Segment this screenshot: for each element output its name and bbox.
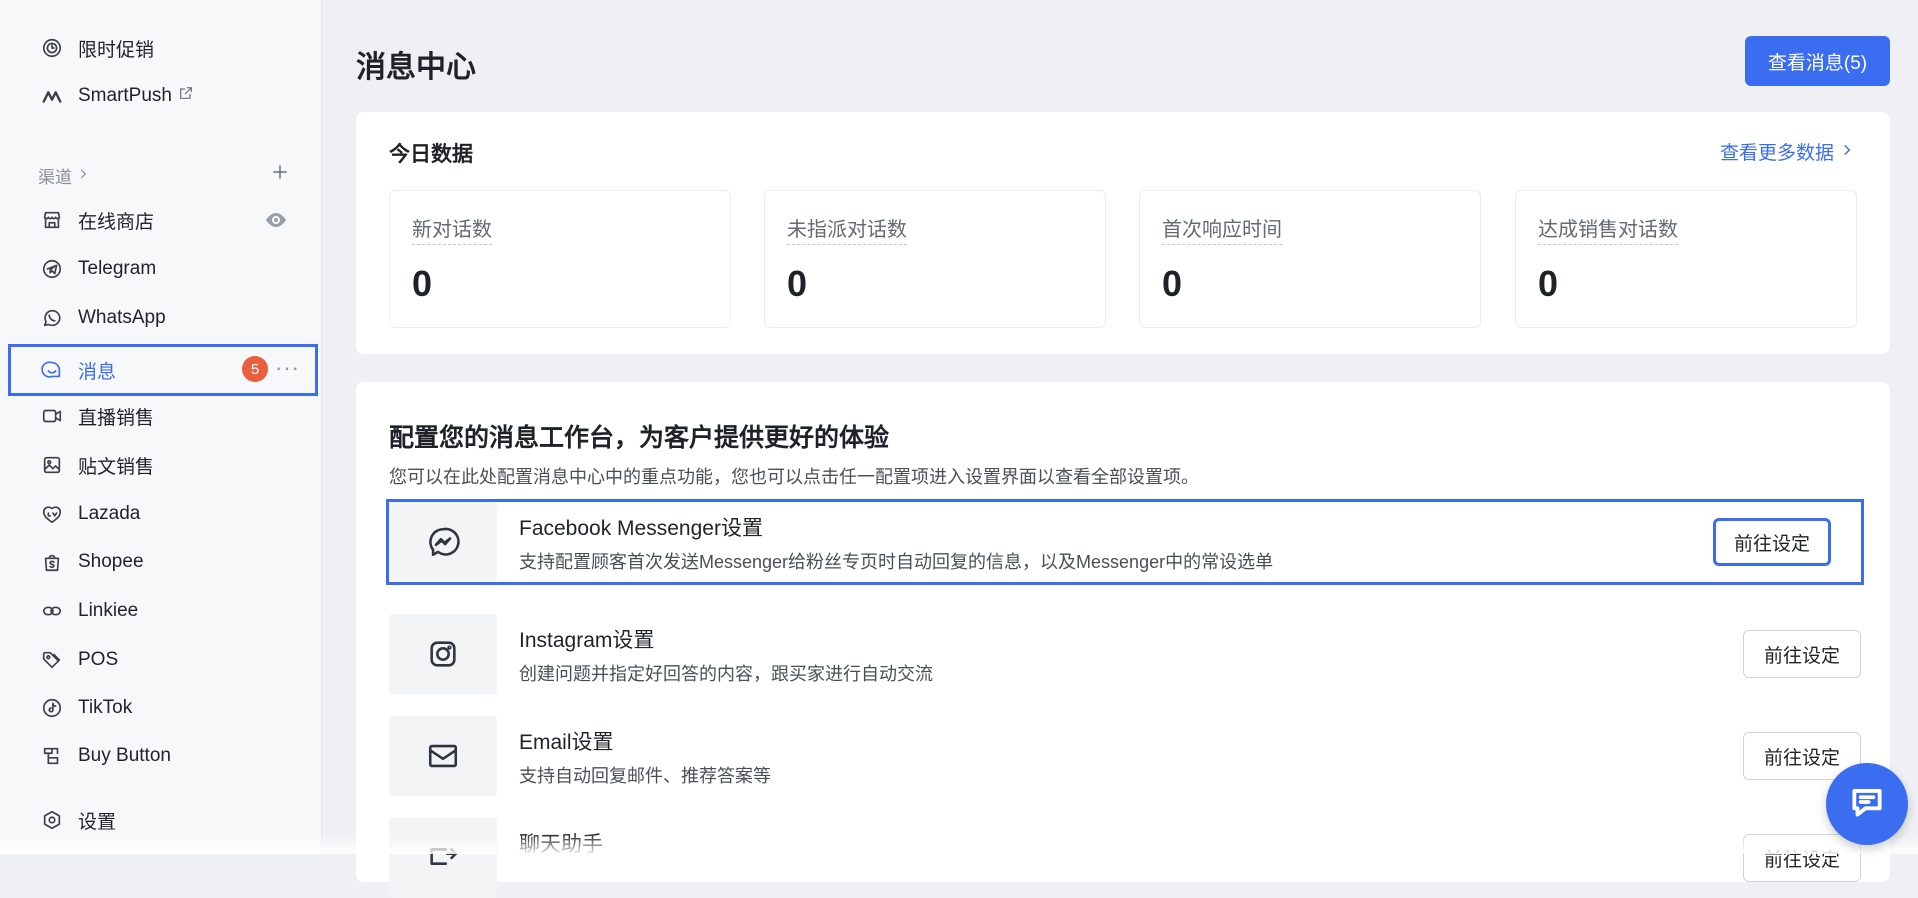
- chat-bubble-icon: [40, 358, 64, 382]
- chat-assistant-icon: [389, 818, 497, 898]
- sidebar-item-label: TikTok: [78, 697, 133, 718]
- tiktok-icon: [40, 696, 64, 720]
- config-row-facebook-messenger[interactable]: Facebook Messenger设置 支持配置顾客首次发送Messenger…: [386, 499, 1864, 585]
- chat-icon: [1848, 783, 1886, 826]
- coin-clock-icon: [40, 36, 64, 60]
- external-link-icon: [172, 85, 194, 107]
- row-title: Instagram设置: [519, 629, 655, 652]
- row-description: 支持配置顾客首次发送Messenger给粉丝专页时自动回复的信息，以及Messe…: [519, 552, 1274, 572]
- stat-label: 未指派对话数: [787, 213, 907, 245]
- row-title: Facebook Messenger设置: [519, 517, 763, 540]
- sidebar-item-label: SmartPush: [78, 85, 172, 106]
- stat-label: 达成销售对话数: [1538, 213, 1678, 245]
- sidebar-item-label: Telegram: [78, 258, 157, 279]
- sidebar-item-label: Linkiee: [78, 600, 139, 621]
- sidebar-item-telegram[interactable]: Telegram: [8, 247, 318, 291]
- sidebar-item-whatsapp[interactable]: WhatsApp: [8, 296, 318, 340]
- sidebar-item-linkiee[interactable]: Linkiee: [8, 589, 318, 633]
- sidebar-item-label: Shopee: [78, 551, 144, 572]
- today-data-title: 今日数据: [389, 143, 473, 166]
- sidebar-item-label: POS: [78, 649, 119, 670]
- stat-value: 0: [1162, 263, 1183, 304]
- stat-unassigned-conversations: 未指派对话数 0: [764, 190, 1106, 328]
- sidebar-item-post-selling[interactable]: 贴文销售: [8, 443, 318, 487]
- row-title: Email设置: [519, 731, 614, 754]
- chevron-right-icon: [1834, 141, 1854, 163]
- sidebar-item-label: 限时促销: [78, 39, 155, 61]
- video-icon: [40, 404, 64, 428]
- config-row-email[interactable]: Email设置 支持自动回复邮件、推荐答案等 前往设定: [389, 716, 1861, 796]
- today-data-card: 今日数据 查看更多数据 新对话数 0 未指派对话数 0 首次响应时间 0 达成销…: [356, 112, 1890, 354]
- more-options-icon[interactable]: ···: [275, 355, 300, 381]
- sidebar-item-smartpush[interactable]: SmartPush: [8, 74, 318, 118]
- smartpush-logo-icon: [40, 84, 64, 108]
- stat-sales-conversations: 达成销售对话数 0: [1515, 190, 1857, 328]
- chevron-right-icon: [72, 166, 90, 186]
- store-icon: [40, 208, 64, 232]
- sidebar-item-label: 在线商店: [78, 211, 155, 233]
- sidebar-item-label: 直播销售: [78, 407, 155, 429]
- stat-value: 0: [1538, 263, 1559, 304]
- tag-icon: [40, 648, 64, 672]
- sidebar-item-shopee[interactable]: Shopee: [8, 540, 318, 584]
- channel-section-label[interactable]: 渠道: [38, 163, 90, 188]
- sidebar-item-live-selling[interactable]: 直播销售: [8, 394, 318, 438]
- sidebar-item-settings[interactable]: 设置: [8, 798, 318, 842]
- telegram-icon: [40, 257, 64, 281]
- go-settings-button[interactable]: 前往设定: [1713, 518, 1831, 566]
- stat-first-response-time: 首次响应时间 0: [1139, 190, 1481, 328]
- lazada-icon: [40, 502, 64, 526]
- sidebar-item-label: 设置: [78, 811, 117, 833]
- sidebar-item-tiktok[interactable]: TikTok: [8, 686, 318, 730]
- sidebar-item-online-store[interactable]: 在线商店: [8, 198, 318, 242]
- message-count-badge: 5: [242, 356, 268, 382]
- sidebar-item-pos[interactable]: POS: [8, 638, 318, 682]
- config-title: 配置您的消息工作台，为客户提供更好的体验: [389, 424, 890, 452]
- shopee-bag-icon: [40, 550, 64, 574]
- stat-label: 首次响应时间: [1162, 213, 1282, 245]
- messenger-icon: [389, 502, 497, 582]
- add-channel-icon[interactable]: [270, 162, 294, 186]
- view-more-data-link[interactable]: 查看更多数据: [1720, 138, 1854, 165]
- page-title: 消息中心: [356, 51, 476, 84]
- stat-value: 0: [787, 263, 808, 304]
- row-description: 支持自动回复邮件、推荐答案等: [519, 766, 771, 786]
- stat-value: 0: [412, 263, 433, 304]
- sidebar-item-label: Lazada: [78, 503, 141, 524]
- eye-icon[interactable]: [264, 208, 288, 238]
- link-icon: [40, 599, 64, 623]
- sidebar-item-label: WhatsApp: [78, 307, 166, 328]
- go-settings-button[interactable]: 前往设定: [1743, 834, 1861, 882]
- sidebar-item-lazada[interactable]: Lazada: [8, 492, 318, 536]
- config-row-instagram[interactable]: Instagram设置 创建问题并指定好回答的内容，跟买家进行自动交流 前往设定: [389, 614, 1861, 694]
- go-settings-button[interactable]: 前往设定: [1743, 630, 1861, 678]
- whatsapp-icon: [40, 306, 64, 330]
- sidebar-item-label: 贴文销售: [78, 456, 155, 478]
- sidebar-item-messages[interactable]: 消息 5 ···: [8, 344, 318, 396]
- buy-button-icon: [40, 744, 64, 768]
- gear-icon: [40, 808, 64, 832]
- row-description: 创建问题并指定好回答的内容，跟买家进行自动交流: [519, 664, 933, 684]
- chat-support-button[interactable]: [1826, 763, 1908, 845]
- view-messages-button[interactable]: 查看消息(5): [1745, 36, 1890, 86]
- instagram-icon: [389, 614, 497, 694]
- sidebar-item-label: 消息: [78, 361, 117, 383]
- sidebar: 限时促销 SmartPush 渠道 在线商店 Telegram WhatsApp…: [0, 0, 322, 854]
- sidebar-item-buy-button[interactable]: Buy Button: [8, 734, 318, 778]
- stat-new-conversations: 新对话数 0: [389, 190, 731, 328]
- stat-label: 新对话数: [412, 213, 492, 245]
- image-post-icon: [40, 453, 64, 477]
- sidebar-item-flash-sale[interactable]: 限时促销: [8, 26, 318, 70]
- config-card: 配置您的消息工作台，为客户提供更好的体验 您可以在此处配置消息中心中的重点功能，…: [356, 382, 1890, 898]
- sidebar-item-label: Buy Button: [78, 745, 171, 766]
- email-icon: [389, 716, 497, 796]
- config-description: 您可以在此处配置消息中心中的重点功能，您也可以点击任一配置项进入设置界面以查看全…: [389, 467, 1199, 487]
- config-row-chat-assistant[interactable]: 聊天助手 前往设定: [389, 818, 1861, 898]
